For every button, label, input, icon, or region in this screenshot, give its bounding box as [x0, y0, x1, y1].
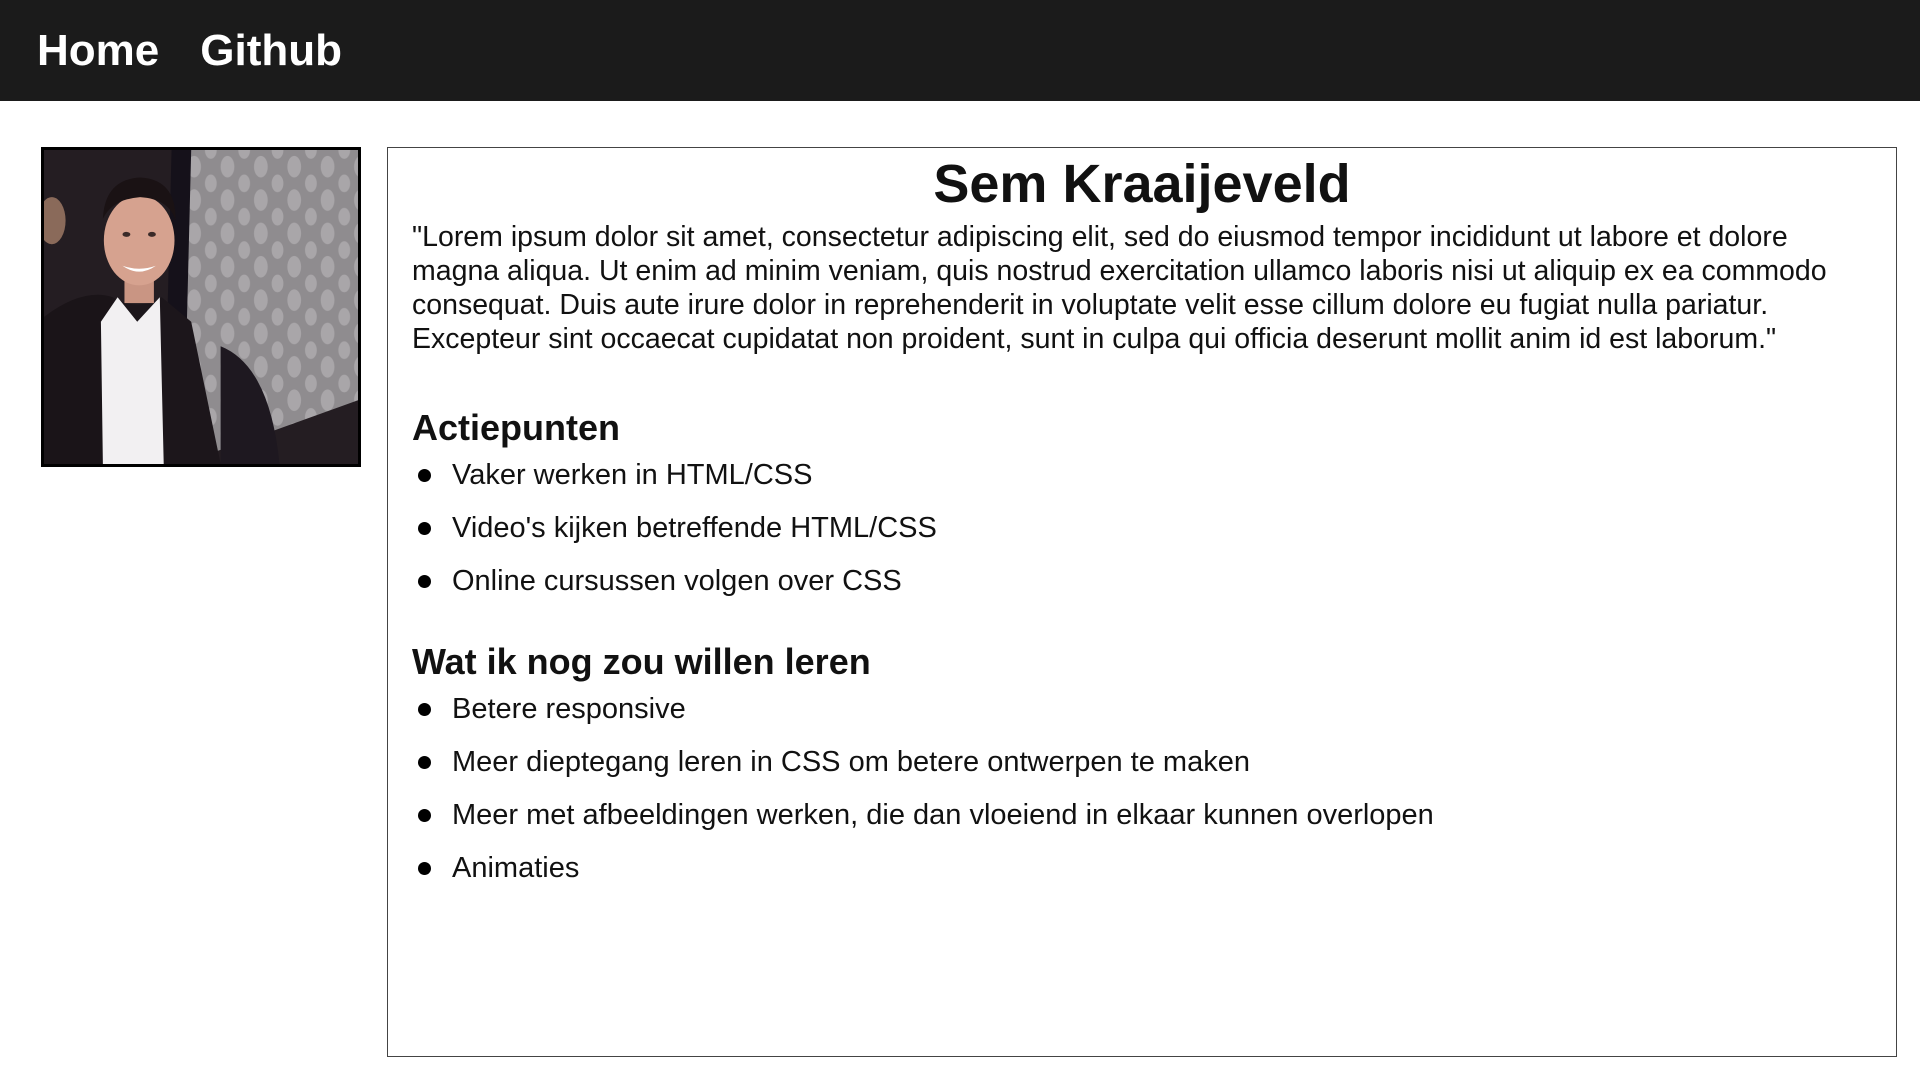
bullet-icon	[418, 703, 431, 716]
top-navbar: Home Github	[0, 0, 1920, 101]
profile-photo	[41, 147, 361, 467]
list-item: Meer met afbeeldingen werken, die dan vl…	[412, 798, 1872, 832]
list-item: Betere responsive	[412, 692, 1872, 726]
list-item-text: Meer met afbeeldingen werken, die dan vl…	[452, 799, 1434, 831]
bullet-icon	[418, 522, 431, 535]
page-title: Sem Kraaijeveld	[933, 154, 1351, 214]
list-item-text: Online cursussen volgen over CSS	[452, 565, 902, 597]
nav-link-home[interactable]: Home	[37, 28, 159, 73]
list-item: Video's kijken betreffende HTML/CSS	[412, 511, 1872, 545]
bullet-icon	[418, 809, 431, 822]
bullet-icon	[418, 756, 431, 769]
leren-list: Betere responsive Meer dieptegang leren …	[412, 692, 1872, 885]
list-item: Vaker werken in HTML/CSS	[412, 458, 1872, 492]
section-heading-actiepunten: Actiepunten	[412, 407, 621, 448]
intro-text: "Lorem ipsum dolor sit amet, consectetur…	[412, 221, 1827, 355]
list-item: Animaties	[412, 851, 1872, 885]
section-heading-leren: Wat ik nog zou willen leren	[412, 641, 871, 682]
bullet-icon	[418, 862, 431, 875]
list-item: Meer dieptegang leren in CSS om betere o…	[412, 745, 1872, 779]
list-item-text: Animaties	[452, 852, 580, 884]
list-item-text: Betere responsive	[452, 693, 686, 725]
list-item-text: Video's kijken betreffende HTML/CSS	[452, 512, 937, 544]
list-item: Online cursussen volgen over CSS	[412, 564, 1872, 598]
nav-link-github[interactable]: Github	[200, 28, 342, 73]
actiepunten-list: Vaker werken in HTML/CSS Video's kijken …	[412, 458, 1872, 598]
list-item-text: Vaker werken in HTML/CSS	[452, 459, 813, 491]
profile-content: Sem Kraaijeveld "Lorem ipsum dolor sit a…	[387, 147, 1897, 1057]
profile-photo-image	[44, 150, 358, 464]
bullet-icon	[418, 575, 431, 588]
list-item-text: Meer dieptegang leren in CSS om betere o…	[452, 746, 1250, 778]
bullet-icon	[418, 469, 431, 482]
